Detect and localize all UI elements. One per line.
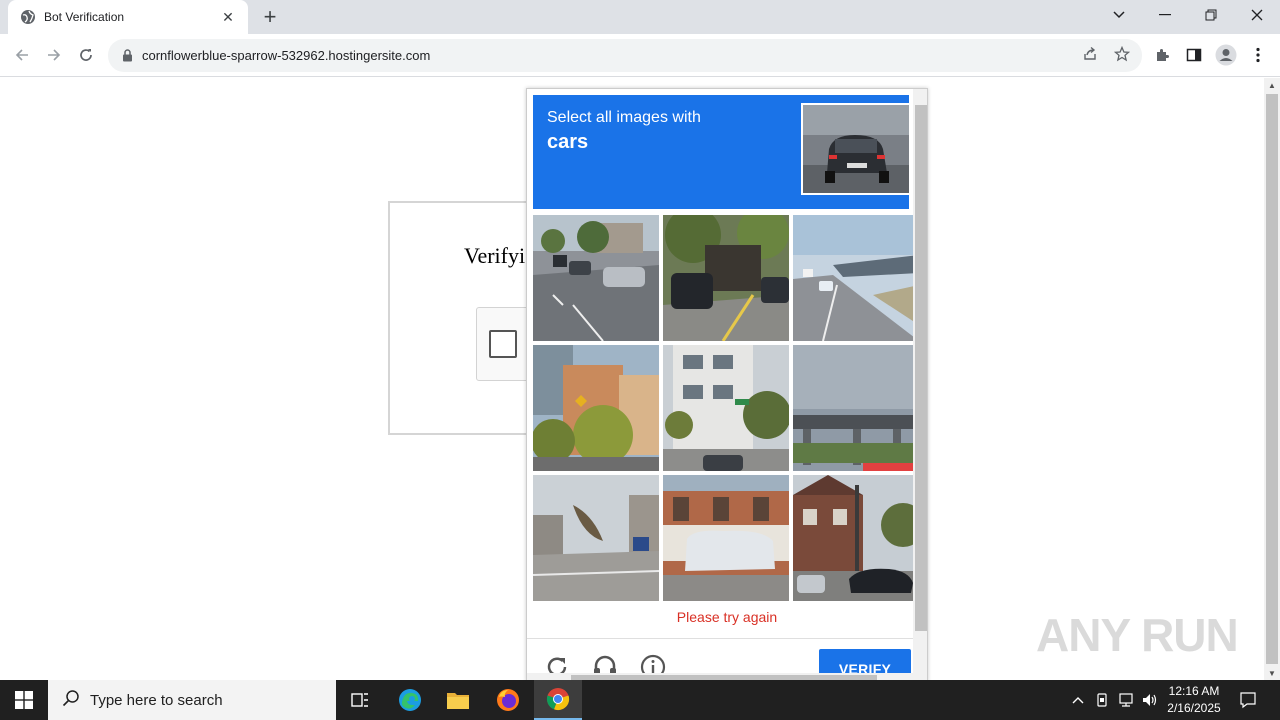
side-panel-icon[interactable] xyxy=(1181,42,1207,68)
volume-icon[interactable] xyxy=(1140,690,1160,710)
restore-button[interactable] xyxy=(1188,0,1234,30)
globe-icon xyxy=(20,9,36,25)
chrome-icon[interactable] xyxy=(534,680,582,720)
challenge-tile-3[interactable] xyxy=(793,215,919,341)
clock-date: 2/16/2025 xyxy=(1167,701,1221,715)
tab-strip: Bot Verification ✕ + xyxy=(0,0,1280,34)
extensions-puzzle-icon[interactable] xyxy=(1149,42,1175,68)
challenge-tile-8[interactable] xyxy=(663,475,789,601)
profile-avatar-icon[interactable] xyxy=(1213,42,1239,68)
file-explorer-icon[interactable] xyxy=(434,680,482,720)
challenge-tile-7[interactable] xyxy=(533,475,659,601)
sample-car-image xyxy=(801,103,911,195)
challenge-tile-6[interactable] xyxy=(793,345,919,471)
tray-chevron-up-icon[interactable] xyxy=(1068,690,1088,710)
challenge-divider xyxy=(527,638,913,639)
search-icon xyxy=(62,689,80,712)
bookmark-star-icon[interactable] xyxy=(1110,42,1134,66)
network-icon[interactable] xyxy=(1116,690,1136,710)
windows-taskbar: Type here to search 12:16 AM 2/16/2025 xyxy=(0,680,1280,720)
error-message: Please try again xyxy=(676,609,778,625)
challenge-target: cars xyxy=(547,131,589,153)
challenge-tile-2[interactable] xyxy=(663,215,789,341)
challenge-tile-4[interactable] xyxy=(533,345,659,471)
challenge-tile-9[interactable] xyxy=(793,475,919,601)
page-vertical-scrollbar[interactable]: ▲ ▼ xyxy=(1264,78,1280,680)
challenge-tile-5[interactable] xyxy=(663,345,789,471)
new-tab-button[interactable]: + xyxy=(258,4,282,29)
challenge-vertical-scrollbar[interactable] xyxy=(913,89,927,680)
browser-toolbar: cornflowerblue-sparrow-532962.hostingers… xyxy=(0,34,1280,77)
close-window-button[interactable] xyxy=(1234,0,1280,30)
challenge-image-grid xyxy=(533,215,919,601)
back-button[interactable] xyxy=(8,41,36,69)
system-clock[interactable]: 12:16 AM 2/16/2025 xyxy=(1160,683,1228,717)
device-icon[interactable] xyxy=(1092,690,1112,710)
share-icon[interactable] xyxy=(1078,42,1102,66)
captcha-challenge-popup: Select all images with cars Please try a… xyxy=(526,88,928,680)
minimize-button[interactable] xyxy=(1142,0,1188,30)
page-content: Verifyi Select all images with cars Plea… xyxy=(0,78,1264,680)
forward-button[interactable] xyxy=(40,41,68,69)
taskbar-search-box[interactable]: Type here to search xyxy=(48,680,336,720)
page-heading: Verifyi xyxy=(464,243,526,268)
address-bar[interactable]: cornflowerblue-sparrow-532962.hostingers… xyxy=(108,39,1142,72)
anyrun-watermark: ANY RUN xyxy=(1036,609,1239,661)
tab-bot-verification[interactable]: Bot Verification ✕ xyxy=(8,0,248,34)
challenge-instruction: Select all images with xyxy=(547,109,701,126)
lock-icon[interactable] xyxy=(120,49,134,63)
tab-search-chevron-icon[interactable] xyxy=(1096,0,1142,30)
tab-title: Bot Verification xyxy=(44,10,125,24)
challenge-tile-1[interactable] xyxy=(533,215,659,341)
reload-button[interactable] xyxy=(72,41,100,69)
task-view-icon[interactable] xyxy=(336,680,384,720)
edge-icon[interactable] xyxy=(386,680,434,720)
captcha-checkbox[interactable] xyxy=(489,330,517,358)
more-menu-icon[interactable] xyxy=(1245,42,1271,68)
notifications-icon[interactable] xyxy=(1238,690,1258,710)
url-text: cornflowerblue-sparrow-532962.hostingers… xyxy=(142,48,431,63)
start-button[interactable] xyxy=(0,680,48,720)
clock-time: 12:16 AM xyxy=(1168,684,1220,698)
taskbar-search-placeholder: Type here to search xyxy=(90,691,223,709)
challenge-horizontal-scrollbar[interactable] xyxy=(527,673,913,680)
challenge-header: Select all images with cars xyxy=(533,95,911,209)
firefox-icon[interactable] xyxy=(484,680,532,720)
close-tab-icon[interactable]: ✕ xyxy=(218,7,238,27)
